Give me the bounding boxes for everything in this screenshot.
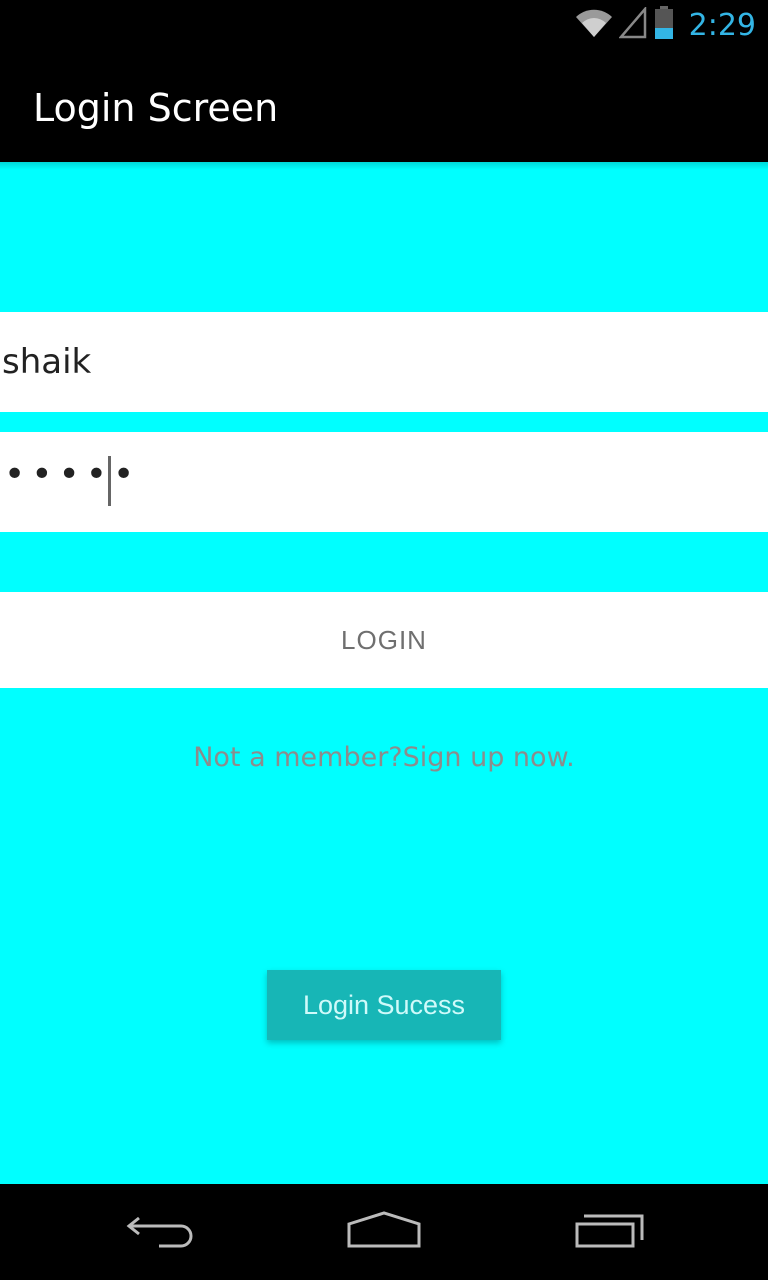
- text-cursor: [108, 456, 111, 506]
- back-button[interactable]: [100, 1184, 220, 1280]
- signal-icon: [617, 5, 647, 44]
- login-success-button[interactable]: Login Sucess: [267, 970, 501, 1040]
- home-icon: [346, 1210, 422, 1255]
- status-time: 2:29: [688, 7, 756, 43]
- recents-button[interactable]: [550, 1184, 670, 1280]
- signup-link[interactable]: Not a member?Sign up now.: [0, 742, 768, 773]
- wifi-icon: [575, 7, 613, 44]
- login-button[interactable]: LOGIN: [0, 592, 768, 688]
- login-form-area: shaik ••••• LOGIN Not a member?Sign up n…: [0, 162, 768, 1184]
- username-field[interactable]: shaik: [0, 312, 768, 412]
- home-button[interactable]: [324, 1184, 444, 1280]
- username-value: shaik: [2, 342, 92, 382]
- action-bar: Login Screen: [0, 50, 768, 162]
- status-icons: 2:29: [575, 0, 756, 50]
- password-field[interactable]: •••••: [0, 432, 768, 532]
- recents-icon: [574, 1210, 646, 1255]
- back-icon: [125, 1210, 195, 1255]
- action-bar-shadow: [0, 162, 768, 170]
- page-title: Login Screen: [33, 86, 279, 130]
- status-bar: 2:29: [0, 0, 768, 50]
- password-mask: •••••: [4, 454, 141, 495]
- battery-icon: [653, 5, 675, 45]
- navigation-bar: [0, 1184, 768, 1280]
